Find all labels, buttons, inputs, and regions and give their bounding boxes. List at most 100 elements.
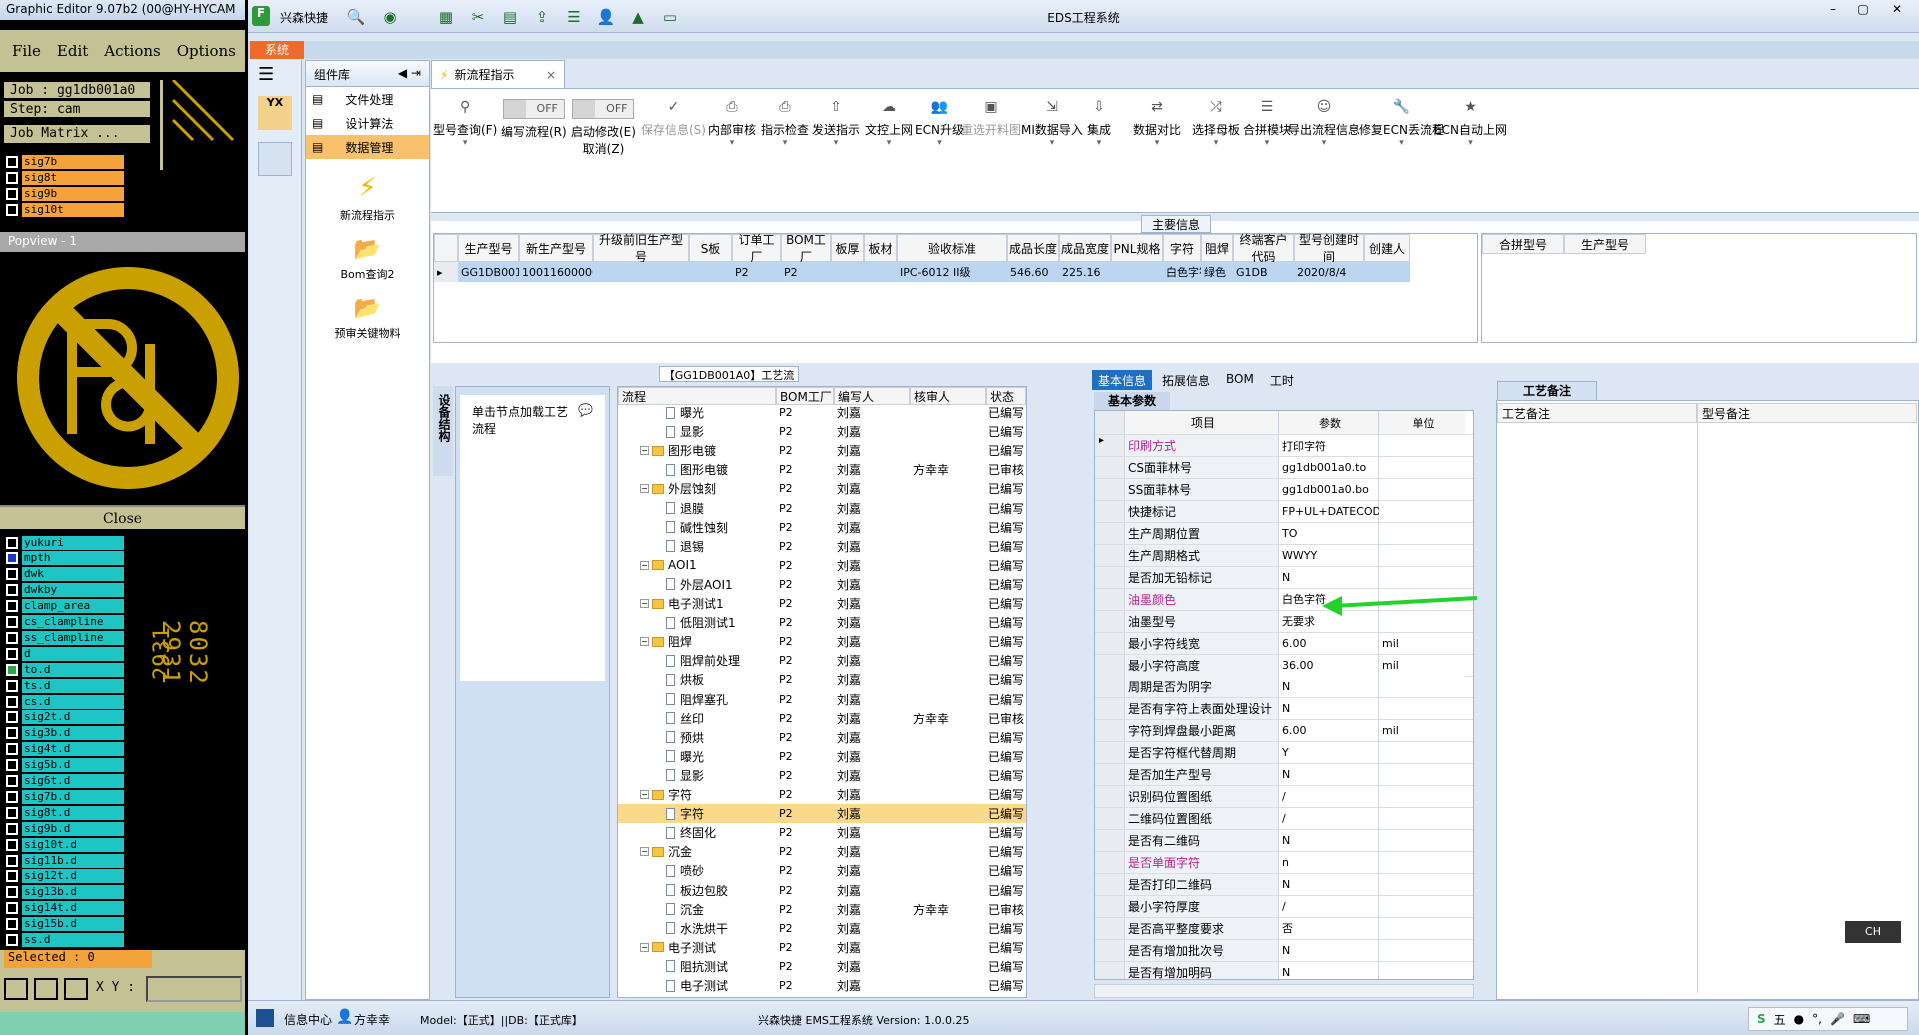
- collapse-icon[interactable]: −: [640, 637, 649, 647]
- toolbar-button[interactable]: OFF 编写流程(R): [501, 99, 567, 140]
- layer-checkbox[interactable]: [6, 727, 18, 740]
- tree-row[interactable]: 曝光 P2 刘嘉 已编写: [618, 403, 1026, 422]
- ime-toolbar[interactable]: S 五 ● °, 🎤 ⌨: [1748, 1007, 1908, 1031]
- param-row[interactable]: 是否单面字符 n: [1095, 852, 1473, 875]
- dropdown-arrow-icon[interactable]: ▾: [1243, 138, 1291, 148]
- dropdown-arrow-icon[interactable]: ▾: [1087, 138, 1111, 148]
- toolbar-button[interactable]: ☁ 文控上网 ▾: [865, 99, 913, 148]
- column-header[interactable]: 订单工厂: [732, 233, 781, 264]
- close-icon[interactable]: ✕: [1878, 2, 1916, 20]
- tree-row[interactable]: 终固化 P2 刘嘉 已编写: [618, 823, 1026, 842]
- layer-row[interactable]: sig7b: [6, 154, 124, 169]
- table-cell[interactable]: 绿色: [1201, 262, 1233, 282]
- layer-row[interactable]: dwkby: [6, 583, 124, 598]
- layer-checkbox[interactable]: [6, 647, 18, 660]
- minimize-icon[interactable]: –: [1818, 2, 1848, 20]
- param-row[interactable]: 是否有字符上表面处理设计 N: [1095, 698, 1473, 721]
- tab-bom[interactable]: BOM: [1220, 370, 1260, 390]
- layer-row[interactable]: d: [6, 646, 124, 661]
- tree-row[interactable]: 水洗烘干 P2 刘嘉 已编写: [618, 919, 1026, 938]
- layer-row[interactable]: sig5b.d: [6, 758, 124, 773]
- table-cell[interactable]: 2020/8/4: [1294, 262, 1364, 282]
- param-row[interactable]: 识别码位置图纸 /: [1095, 786, 1473, 809]
- column-header[interactable]: S板: [689, 234, 732, 262]
- column-header[interactable]: 合拼型号: [1482, 234, 1564, 254]
- table-cell[interactable]: [1111, 262, 1163, 282]
- layer-checkbox[interactable]: [6, 631, 18, 644]
- tree-row[interactable]: 板边包胶 P2 刘嘉 已编写: [618, 881, 1026, 900]
- layer-row[interactable]: sig10t.d: [6, 837, 124, 852]
- tab-close-icon[interactable]: ×: [546, 68, 556, 82]
- layer-row[interactable]: clamp_area: [6, 599, 124, 614]
- tree-row[interactable]: 退锡 P2 刘嘉 已编写: [618, 537, 1026, 556]
- table-cell[interactable]: GG1DB001A0: [458, 262, 519, 282]
- column-header[interactable]: 板材: [864, 234, 897, 262]
- toolbar-button[interactable]: 👥 ECN升级 ▾: [915, 99, 964, 148]
- column-header[interactable]: 成品长度: [1007, 234, 1059, 262]
- layer-checkbox[interactable]: [6, 838, 18, 851]
- layer-row[interactable]: sig9b.d: [6, 821, 124, 836]
- tree-row[interactable]: − 沉金 P2 刘嘉 已编写: [618, 842, 1026, 861]
- collapse-icon[interactable]: −: [640, 446, 649, 456]
- param-row[interactable]: 最小字符线宽 6.00 mil: [1095, 632, 1473, 655]
- toolbar-button[interactable]: ✓ 保存信息(S): [641, 99, 706, 138]
- layer-checkbox[interactable]: [6, 536, 18, 549]
- toolbar-button[interactable]: ⎙ 内部审核 ▾: [708, 99, 756, 148]
- collapse-icon[interactable]: −: [640, 560, 649, 570]
- tab-basic-info[interactable]: 基本信息: [1092, 370, 1153, 390]
- popview-close-button[interactable]: Close: [0, 505, 245, 529]
- tree-row[interactable]: 低阻测试1 P2 刘嘉 已编写: [618, 613, 1026, 632]
- param-row[interactable]: 最小字符高度 36.00 mil: [1095, 654, 1473, 677]
- layer-row[interactable]: sig13b.d: [6, 885, 124, 900]
- tree-row[interactable]: 电子测试 P2 刘嘉 已编写: [618, 976, 1026, 995]
- tree-row[interactable]: 喷砂 P2 刘嘉 已编写: [618, 861, 1026, 880]
- toolbar-button[interactable]: ☰ 合拼模块 ▾: [1243, 99, 1291, 148]
- param-row[interactable]: 是否有增加批次号 N: [1095, 939, 1473, 962]
- zoom-tool-icon[interactable]: [4, 978, 28, 1000]
- system-tab[interactable]: 系统: [250, 41, 304, 59]
- layer-checkbox[interactable]: [6, 870, 18, 883]
- dropdown-arrow-icon[interactable]: ▾: [708, 138, 756, 148]
- horizontal-scrollbar[interactable]: [1094, 984, 1474, 998]
- dropdown-arrow-icon[interactable]: ▾: [1288, 138, 1360, 148]
- equipment-structure-tab[interactable]: 设备结构: [433, 386, 453, 476]
- column-header[interactable]: 创建人: [1364, 234, 1410, 262]
- toggle-switch[interactable]: OFF: [572, 99, 635, 119]
- layer-row[interactable]: sig9b: [6, 186, 124, 201]
- job-matrix-button[interactable]: Job Matrix ...: [2, 123, 152, 145]
- layer-row[interactable]: sig8t.d: [6, 805, 124, 820]
- column-header[interactable]: 型号创建时间: [1294, 233, 1364, 264]
- menu-actions[interactable]: Actions: [104, 42, 160, 60]
- layer-row[interactable]: sig12t.d: [6, 869, 124, 884]
- library-nav-icon[interactable]: ◀ ⇥: [398, 66, 421, 81]
- toolbar-button[interactable]: 🔧 修复ECN丢流程 ▾: [1359, 99, 1444, 148]
- library-prereview[interactable]: 📂 预审关键物料: [306, 296, 429, 341]
- tree-row[interactable]: 丝印 P2 刘嘉 方幸幸 已审核: [618, 709, 1026, 728]
- layer-checkbox[interactable]: [6, 934, 18, 946]
- layer-checkbox[interactable]: [6, 711, 18, 724]
- dropdown-arrow-icon[interactable]: ▾: [433, 138, 497, 148]
- dropdown-arrow-icon[interactable]: ▾: [915, 138, 964, 148]
- tree-row[interactable]: − AOI1 P2 刘嘉 已编写: [618, 556, 1026, 575]
- load-hint[interactable]: 单击节点加载工艺流程 💬: [460, 395, 605, 445]
- toolbar-button[interactable]: ⇧ 发送指示 ▾: [812, 99, 860, 148]
- table-cell[interactable]: [689, 262, 732, 282]
- layer-checkbox[interactable]: [6, 918, 18, 931]
- layer-row[interactable]: ss.d: [6, 933, 124, 948]
- layer-row[interactable]: ss_clampline: [6, 630, 124, 645]
- tab-new-flow[interactable]: ⚡ 新流程指示 ×: [431, 60, 565, 88]
- layer-row[interactable]: dwk: [6, 567, 124, 582]
- layer-checkbox[interactable]: [6, 679, 18, 692]
- layer-checkbox[interactable]: [6, 568, 18, 581]
- tree-row[interactable]: − 电子测试 P2 刘嘉 已编写: [618, 938, 1026, 957]
- menu-options[interactable]: Options: [177, 42, 236, 60]
- tree-row[interactable]: 烘板 P2 刘嘉 已编写: [618, 670, 1026, 689]
- tree-row[interactable]: 沉金 P2 刘嘉 方幸幸 已审核: [618, 900, 1026, 919]
- param-row[interactable]: 是否有增加明码 N: [1095, 961, 1473, 979]
- tab-extended-info[interactable]: 拓展信息: [1156, 370, 1216, 390]
- library-item-data[interactable]: ▤ 数据管理: [306, 135, 429, 159]
- layer-checkbox[interactable]: [6, 902, 18, 915]
- layer-row[interactable]: to.d: [6, 662, 124, 677]
- dropdown-arrow-icon[interactable]: ▾: [1359, 138, 1444, 148]
- dropdown-arrow-icon[interactable]: ▾: [812, 138, 860, 148]
